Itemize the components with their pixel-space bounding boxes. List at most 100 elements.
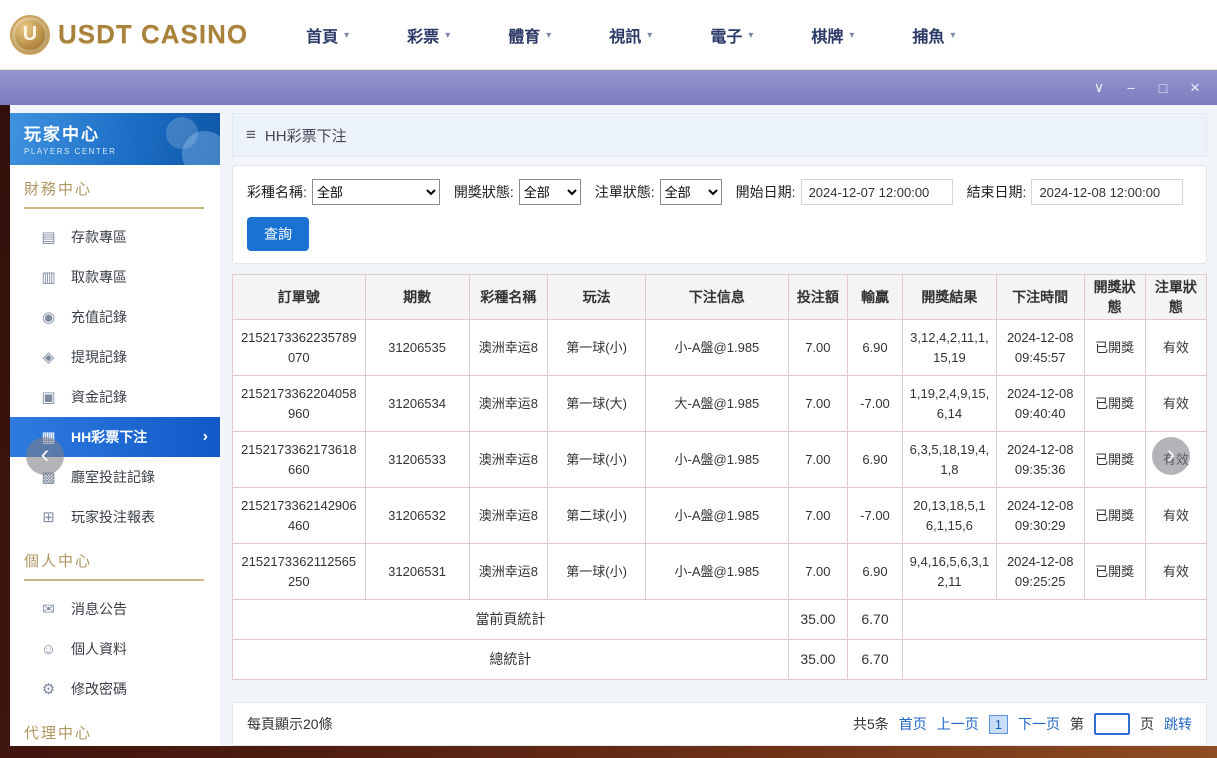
cell-order-no: 2152173362142906460 <box>233 488 366 544</box>
search-button[interactable]: 查詢 <box>247 217 309 251</box>
nav-item-home[interactable]: 首頁 ▾ <box>306 23 349 47</box>
cell-win-loss: 6.90 <box>847 432 902 488</box>
cell-lottery-name: 澳洲幸运8 <box>469 376 548 432</box>
jump-button[interactable]: 跳转 <box>1164 714 1192 734</box>
recharge-record-icon: ◉ <box>40 308 57 326</box>
total-summary-win: 6.70 <box>847 640 902 680</box>
page-title: HH彩票下注 <box>265 125 347 146</box>
content-header: ≡ HH彩票下注 <box>232 113 1207 157</box>
cell-draw-status: 已開獎 <box>1084 544 1145 600</box>
cell-bet-info: 小-A盤@1.985 <box>646 488 789 544</box>
cell-order-no: 2152173362204058960 <box>233 376 366 432</box>
sidebar-item-recharge-record[interactable]: ◉ 充值記錄 <box>10 297 220 337</box>
col-draw-status: 開獎狀態 <box>1084 275 1145 320</box>
table-row: 2152173362142906460 31206532 澳洲幸运8 第二球(小… <box>233 488 1207 544</box>
cell-bet-info: 小-A盤@1.985 <box>646 320 789 376</box>
page-summary-row: 當前頁統計 35.00 6.70 <box>233 600 1207 640</box>
window-titlebar: ∨ − □ × <box>0 70 1217 105</box>
main-content: ≡ HH彩票下注 彩種名稱: 全部 開獎狀態: 全部 注單狀態: 全部 開始日期… <box>232 113 1207 746</box>
personal-menu: ✉ 消息公告 ☺ 個人資料 ⚙ 修改密碼 <box>10 581 220 709</box>
sidebar-item-deposit[interactable]: ▤ 存款專區 <box>10 217 220 257</box>
nav-item-label: 彩票 <box>407 23 439 47</box>
cell-period: 31206532 <box>365 488 469 544</box>
sidebar-subtitle: PLAYERS CENTER <box>24 147 220 156</box>
cell-bet-time: 2024-12-08 09:35:36 <box>996 432 1084 488</box>
hamburger-icon[interactable]: ≡ <box>246 125 256 145</box>
coin-logo-icon: U <box>10 15 50 55</box>
nav-item-lottery[interactable]: 彩票 ▾ <box>407 23 450 47</box>
sidebar-item-label: 消息公告 <box>71 599 127 619</box>
start-date-input[interactable] <box>801 179 953 205</box>
nav-item-fishing[interactable]: 捕魚 ▾ <box>912 23 955 47</box>
cell-order-no: 2152173362112565250 <box>233 544 366 600</box>
jump-prefix-label: 第 <box>1070 714 1084 734</box>
sidebar-item-label: 提現記錄 <box>71 347 127 367</box>
first-page-link[interactable]: 首页 <box>899 714 927 734</box>
sidebar-item-profile[interactable]: ☺ 個人資料 <box>10 629 220 669</box>
filter-row: 彩種名稱: 全部 開獎狀態: 全部 注單狀態: 全部 開始日期: 結束日期: <box>247 179 1192 205</box>
window-collapse-button[interactable]: ∨ <box>1091 79 1107 96</box>
sidebar-header: 玩家中心 PLAYERS CENTER <box>10 113 220 165</box>
draw-status-label: 開獎狀態: <box>454 182 514 202</box>
page-summary-bet: 35.00 <box>788 600 847 640</box>
page-jump-input[interactable] <box>1094 713 1130 735</box>
sidebar-item-label: 玩家投注報表 <box>71 507 155 527</box>
cell-win-loss: -7.00 <box>847 376 902 432</box>
cell-bet-amount: 7.00 <box>788 488 847 544</box>
sidebar-item-label: 充值記錄 <box>71 307 127 327</box>
total-summary-label: 總統計 <box>233 640 789 680</box>
filter-actions: 查詢 <box>247 217 1192 251</box>
window-maximize-button[interactable]: □ <box>1155 80 1171 96</box>
cell-draw-status: 已開獎 <box>1084 432 1145 488</box>
person-icon: ☺ <box>40 641 57 658</box>
cell-bet-amount: 7.00 <box>788 544 847 600</box>
cell-period: 31206533 <box>365 432 469 488</box>
window-minimize-button[interactable]: − <box>1123 80 1139 96</box>
nav-item-egames[interactable]: 電子 ▾ <box>710 23 753 47</box>
nav-item-label: 電子 <box>710 23 742 47</box>
sidebar-item-withdraw[interactable]: ▥ 取款專區 <box>10 257 220 297</box>
cell-order-status: 有效 <box>1145 376 1206 432</box>
lottery-name-select[interactable]: 全部 <box>312 179 440 205</box>
total-summary-empty <box>903 640 1207 680</box>
next-page-link[interactable]: 下一页 <box>1018 714 1060 734</box>
prev-page-link[interactable]: 上一页 <box>937 714 979 734</box>
cell-lottery-name: 澳洲幸运8 <box>469 544 548 600</box>
draw-status-select[interactable]: 全部 <box>519 179 581 205</box>
cell-period: 31206531 <box>365 544 469 600</box>
deposit-icon: ▤ <box>40 228 57 246</box>
logo-text: USDT CASINO <box>58 19 248 50</box>
col-win-loss: 輸贏 <box>847 275 902 320</box>
sidebar-item-player-report[interactable]: ⊞ 玩家投注報表 <box>10 497 220 537</box>
cell-draw-status: 已開獎 <box>1084 320 1145 376</box>
page-summary-empty <box>903 600 1207 640</box>
cell-bet-time: 2024-12-08 09:40:40 <box>996 376 1084 432</box>
cell-bet-info: 小-A盤@1.985 <box>646 432 789 488</box>
total-count-label: 共5条 <box>853 714 889 734</box>
nav-item-sports[interactable]: 體育 ▾ <box>508 23 551 47</box>
logo[interactable]: U USDT CASINO <box>10 15 248 55</box>
carousel-left-arrow[interactable]: ‹ <box>26 437 64 475</box>
sidebar-item-change-password[interactable]: ⚙ 修改密碼 <box>10 669 220 709</box>
sidebar-item-label: 存款專區 <box>71 227 127 247</box>
cell-bet-info: 大-A盤@1.985 <box>646 376 789 432</box>
col-lottery-name: 彩種名稱 <box>469 275 548 320</box>
window-close-button[interactable]: × <box>1187 78 1203 98</box>
cell-draw-status: 已開獎 <box>1084 488 1145 544</box>
col-order-no: 訂單號 <box>233 275 366 320</box>
end-date-input[interactable] <box>1031 179 1183 205</box>
carousel-right-arrow[interactable]: › <box>1152 437 1190 475</box>
sidebar-item-announcements[interactable]: ✉ 消息公告 <box>10 589 220 629</box>
nav-item-chess[interactable]: 棋牌 ▾ <box>811 23 854 47</box>
sidebar-item-withdrawal-record[interactable]: ◈ 提現記錄 <box>10 337 220 377</box>
finance-menu: ▤ 存款專區 ▥ 取款專區 ◉ 充值記錄 ◈ 提現記錄 ▣ 資金記錄 ▦ HH彩… <box>10 209 220 537</box>
cell-lottery-name: 澳洲幸运8 <box>469 432 548 488</box>
cell-draw-result: 6,3,5,18,19,4,1,8 <box>903 432 997 488</box>
sidebar-item-funds-record[interactable]: ▣ 資金記錄 <box>10 377 220 417</box>
order-status-select[interactable]: 全部 <box>660 179 722 205</box>
current-page-indicator[interactable]: 1 <box>989 715 1008 734</box>
lottery-name-label: 彩種名稱: <box>247 182 307 202</box>
nav-item-video[interactable]: 視訊 ▾ <box>609 23 652 47</box>
table-row: 2152173362173618660 31206533 澳洲幸运8 第一球(小… <box>233 432 1207 488</box>
table-row: 2152173362204058960 31206534 澳洲幸运8 第一球(大… <box>233 376 1207 432</box>
